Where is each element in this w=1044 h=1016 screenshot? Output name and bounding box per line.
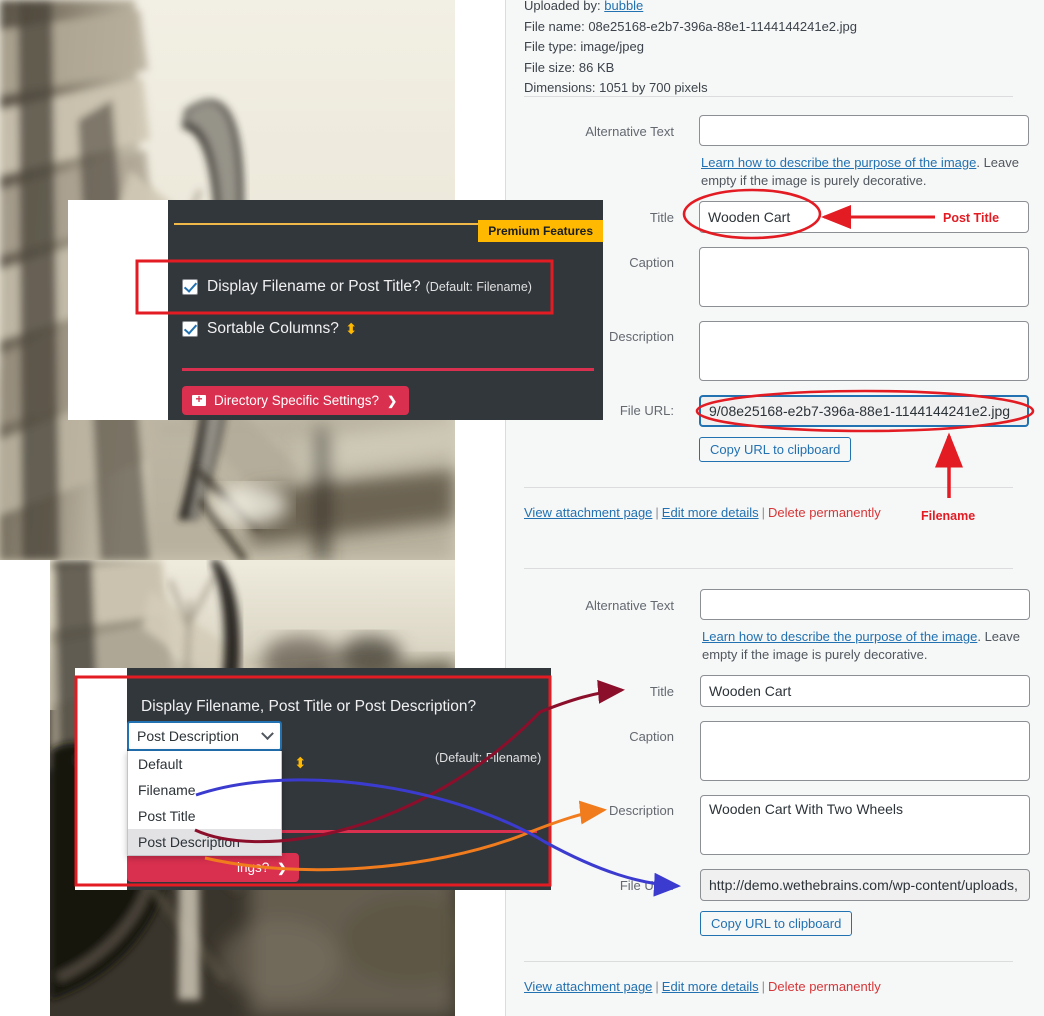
option-filename[interactable]: Filename (128, 777, 281, 803)
caption-textarea-bottom[interactable] (700, 721, 1030, 781)
alt-text-help-top: Learn how to describe the purpose of the… (701, 154, 1031, 190)
file-size-value: 86 KB (578, 59, 615, 75)
dropdown-question-label: Display Filename, Post Title or Post Des… (141, 698, 477, 715)
divider-top (524, 96, 1013, 97)
display-filename-or-post-title-row[interactable]: Display Filename or Post Title? (Default… (182, 278, 532, 296)
divider-actions-top (524, 487, 1013, 488)
file-size-label: File size: (524, 59, 576, 75)
white-mask-bottom (75, 668, 127, 890)
view-attachment-link-bottom[interactable]: View attachment page (524, 979, 652, 994)
attachment-actions-bottom: View attachment page | Edit more details | D… (524, 979, 881, 994)
uploaded-by-line: Uploaded by: bubble (524, 0, 1024, 17)
display-source-selected-value: Post Description (137, 728, 239, 744)
alt-text-label-bottom: Alternative Text (585, 598, 674, 613)
uploaded-by-label: Uploaded by: (524, 0, 601, 13)
crimson-divider-top (182, 368, 594, 371)
alt-text-input-bottom[interactable] (700, 589, 1030, 620)
divider-between-attachments (524, 568, 1013, 569)
option-post-title[interactable]: Post Title (128, 803, 281, 829)
description-textarea-bottom[interactable] (700, 795, 1030, 855)
attachment-details-panel: Uploaded by: bubble File name: 08e25168-… (505, 0, 1044, 1016)
file-url-input-bottom[interactable] (700, 869, 1030, 901)
directory-specific-settings-button-top[interactable]: Directory Specific Settings? ❯ (182, 386, 410, 415)
sortable-columns-checkbox[interactable] (182, 321, 198, 337)
view-attachment-link-top[interactable]: View attachment page (524, 505, 652, 520)
chevron-right-icon: ❯ (387, 393, 398, 408)
edit-details-link-bottom[interactable]: Edit more details (662, 979, 759, 994)
alt-text-help-bottom: Learn how to describe the purpose of the… (702, 628, 1032, 664)
display-filename-label: Display Filename or Post Title? (207, 278, 421, 295)
caption-textarea-top[interactable] (699, 247, 1029, 307)
premium-settings-panel-bottom: Display Filename, Post Title or Post Des… (127, 668, 551, 890)
file-name-label: File name: (524, 18, 585, 34)
file-size-line: File size: 86 KB (524, 58, 1024, 79)
file-type-line: File type: image/jpeg (524, 37, 1024, 58)
option-post-description[interactable]: Post Description (128, 829, 281, 855)
sort-arrows-icon: ⬍ (344, 320, 358, 338)
file-url-input-top[interactable] (699, 395, 1029, 427)
white-mask-top (68, 200, 168, 420)
copy-url-button-bottom[interactable]: Copy URL to clipboard (700, 911, 853, 936)
action-sep-1-top: | (655, 505, 659, 520)
title-input-bottom[interactable] (700, 675, 1030, 707)
dropdown-default-note: (Default: Filename) (435, 751, 542, 765)
directory-specific-settings-button-bottom[interactable]: ings? ❯ (127, 853, 300, 882)
alt-text-help-link-top[interactable]: Learn how to describe the purpose of the… (701, 155, 976, 170)
option-default[interactable]: Default (128, 751, 281, 777)
directory-button-label-partial: ings? (237, 860, 270, 875)
uploaded-by-link[interactable]: bubble (604, 0, 643, 13)
edit-details-link-top[interactable]: Edit more details (662, 505, 759, 520)
title-input-top[interactable] (699, 201, 1029, 233)
alt-text-help-link-bottom[interactable]: Learn how to describe the purpose of the… (702, 629, 977, 644)
directory-button-label: Directory Specific Settings? (214, 393, 380, 408)
attachment-actions-top: View attachment page | Edit more details | D… (524, 505, 881, 520)
display-source-select[interactable]: Post Description (127, 721, 282, 751)
file-type-label: File type: (524, 39, 577, 54)
delete-permanently-link-bottom[interactable]: Delete permanently (768, 979, 881, 994)
chevron-down-icon (261, 726, 274, 740)
file-type-value: image/jpeg (580, 39, 644, 54)
action-sep-2-top: | (761, 505, 766, 520)
delete-permanently-link-top[interactable]: Delete permanently (768, 505, 881, 520)
action-sep-1-bottom: | (655, 979, 659, 994)
premium-features-badge: Premium Features (478, 220, 603, 242)
dimensions-label: Dimensions: (524, 80, 596, 95)
alt-text-label-top: Alternative Text (585, 124, 674, 139)
file-name-line: File name: 08e25168-e2b7-396a-88e1-11441… (524, 17, 1024, 38)
display-source-option-list[interactable]: Default Filename Post Title Post Descrip… (127, 751, 282, 856)
copy-url-button-top[interactable]: Copy URL to clipboard (699, 437, 852, 462)
sortable-columns-row[interactable]: Sortable Columns? ⬍ (182, 320, 357, 338)
premium-settings-panel-top: Premium Features Display Filename or Pos… (168, 200, 603, 420)
file-name-value: 08e25168-e2b7-396a-88e1-1144144241e2.jpg (588, 18, 857, 34)
action-sep-2-bottom: | (761, 979, 766, 994)
divider-actions-bottom (524, 961, 1013, 962)
screenshot-root: Uploaded by: bubble File name: 08e25168-… (0, 0, 1044, 1016)
sort-arrows-icon-bottom: ⬍ (294, 755, 307, 772)
chevron-right-icon-bottom: ❯ (277, 860, 288, 875)
sortable-columns-label: Sortable Columns? (207, 320, 339, 337)
display-filename-default-note: (Default: Filename) (425, 280, 532, 294)
display-filename-checkbox[interactable] (182, 279, 198, 295)
dimensions-value: 1051 by 700 pixels (599, 80, 708, 95)
file-metadata-block: Uploaded by: bubble File name: 08e25168-… (524, 0, 1024, 99)
alt-text-input-top[interactable] (699, 115, 1029, 146)
folder-plus-icon (192, 392, 206, 406)
white-gutter-left-bottom (0, 560, 50, 1016)
description-textarea-top[interactable] (699, 321, 1029, 381)
